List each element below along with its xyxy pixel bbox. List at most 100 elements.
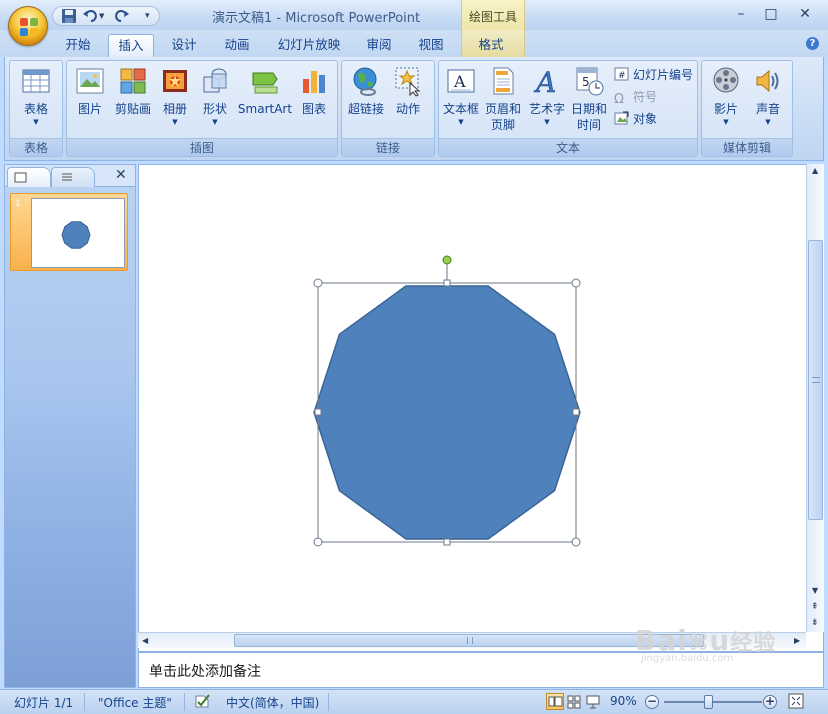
resize-handle-top-right[interactable] — [571, 278, 581, 288]
previous-slide-icon[interactable]: ⇞ — [811, 602, 819, 612]
scroll-up-icon[interactable]: ▲ — [812, 166, 818, 175]
scroll-right-icon[interactable]: ▶ — [794, 636, 800, 645]
resize-handle-right[interactable] — [572, 408, 580, 416]
symbol-button[interactable]: Ω 符号 — [614, 87, 657, 107]
tab-design[interactable]: 设计 — [163, 34, 205, 57]
svg-text:A: A — [533, 66, 556, 97]
group-label-tables: 表格 — [10, 138, 62, 156]
slide-editor[interactable] — [138, 164, 824, 652]
close-pane-icon[interactable]: ✕ — [115, 167, 127, 183]
action-button[interactable]: 动作 — [390, 65, 426, 117]
redo-icon[interactable] — [113, 9, 129, 23]
tab-insert[interactable]: 插入 — [108, 34, 154, 57]
resize-handle-bottom-left[interactable] — [313, 537, 323, 547]
textbox-button[interactable]: A 文本框 ▼ — [441, 65, 481, 127]
scroll-grip-icon — [812, 377, 820, 383]
spelling-check-icon[interactable] — [194, 693, 212, 712]
header-footer-button[interactable]: 页眉和 页脚 — [483, 65, 523, 133]
resize-handle-top[interactable] — [443, 279, 451, 287]
tab-animations[interactable]: 动画 — [216, 34, 258, 57]
hyperlink-globe-icon — [350, 65, 382, 97]
slide-canvas — [313, 255, 581, 547]
chart-button[interactable]: 图表 — [297, 65, 331, 117]
slide-number-icon: # — [614, 67, 630, 81]
resize-handle-top-left[interactable] — [313, 278, 323, 288]
save-icon[interactable] — [61, 9, 77, 23]
slides-tab-icon — [14, 172, 27, 183]
slide-thumbnail-number: 1 — [15, 199, 21, 209]
horizontal-scroll-thumb[interactable] — [234, 634, 704, 647]
picture-button[interactable]: 图片 — [73, 65, 107, 117]
zoom-slider-thumb[interactable] — [704, 695, 714, 709]
sound-button[interactable]: 声音 ▼ — [750, 65, 786, 127]
zoom-out-button[interactable]: − — [645, 695, 659, 709]
normal-view-button[interactable] — [546, 693, 564, 710]
wordart-icon: A — [531, 65, 563, 100]
rotation-handle[interactable] — [442, 255, 452, 265]
zoom-in-button[interactable]: + — [763, 695, 777, 709]
resize-handle-bottom-right[interactable] — [571, 537, 581, 547]
wordart-button[interactable]: A 艺术字 ▼ — [527, 65, 567, 127]
tab-outline[interactable] — [51, 167, 95, 187]
office-logo-icon — [20, 18, 38, 36]
tab-home[interactable]: 开始 — [57, 34, 99, 57]
office-button[interactable] — [8, 6, 48, 46]
movie-button[interactable]: 影片 ▼ — [706, 65, 746, 127]
hyperlink-button[interactable]: 超链接 — [346, 65, 386, 117]
datetime-button[interactable]: 5 日期和 时间 — [569, 65, 609, 133]
smartart-icon — [249, 65, 281, 97]
minimize-button[interactable]: – — [728, 4, 754, 24]
scroll-left-icon[interactable]: ◀ — [142, 636, 148, 645]
object-button[interactable]: 对象 — [614, 109, 657, 129]
slide-number-button[interactable]: # 幻灯片编号 — [614, 65, 693, 85]
slideshow-view-button[interactable] — [584, 693, 602, 710]
close-button[interactable]: ✕ — [792, 4, 818, 24]
group-text: A 文本框 ▼ 页眉和 页脚 A 艺术字 ▼ 5 日期和 时间 # 幻灯片编号 … — [438, 60, 698, 157]
table-button[interactable]: 表格 ▼ — [16, 65, 56, 127]
next-slide-icon[interactable]: ⇟ — [811, 618, 819, 628]
undo-icon[interactable] — [83, 9, 99, 23]
language-indicator[interactable]: 中文(简体，中国) — [226, 694, 319, 711]
help-icon[interactable]: ? — [806, 37, 819, 50]
group-label-links: 链接 — [342, 138, 434, 156]
zoom-level[interactable]: 90% — [610, 694, 637, 708]
tab-slides[interactable] — [7, 167, 51, 187]
smartart-button[interactable]: SmartArt — [237, 65, 293, 117]
tab-view[interactable]: 视图 — [410, 34, 452, 57]
group-tables: 表格 ▼ 表格 — [9, 60, 63, 157]
group-illustrations: 图片 剪贴画 相册 ▼ 形状 ▼ SmartArt 图表 插图 — [66, 60, 338, 157]
ribbon-tab-row: 开始 插入 设计 动画 幻灯片放映 审阅 视图 格式 ? — [0, 30, 828, 57]
table-dropdown-icon: ▼ — [33, 118, 39, 126]
film-reel-icon — [710, 65, 742, 97]
shapes-button[interactable]: 形状 ▼ — [199, 65, 231, 127]
slide-sorter-icon — [567, 695, 581, 709]
slide-thumbnail[interactable]: 1 — [10, 193, 128, 271]
group-label-illustrations: 插图 — [67, 138, 337, 156]
fit-to-window-button[interactable] — [788, 693, 804, 712]
customize-qat-icon[interactable]: ▾ — [145, 9, 155, 23]
tab-format[interactable]: 格式 — [470, 34, 512, 57]
window-title: 演示文稿1 - Microsoft PowerPoint — [212, 11, 421, 26]
hscroll-grip-icon — [467, 637, 473, 644]
status-divider — [328, 693, 329, 711]
undo-dropdown-icon[interactable]: ▼ — [99, 9, 107, 23]
tab-slideshow[interactable]: 幻灯片放映 — [268, 34, 350, 57]
slide-sorter-button[interactable] — [565, 693, 583, 710]
calendar-clock-icon: 5 — [573, 65, 605, 97]
maximize-button[interactable]: □ — [758, 4, 784, 24]
resize-handle-bottom[interactable] — [443, 538, 451, 546]
resize-handle-left[interactable] — [314, 408, 322, 416]
vertical-scrollbar[interactable]: ▲ ▼ ⇞ ⇟ — [806, 164, 824, 632]
decagon-shape[interactable] — [313, 285, 581, 540]
tab-review[interactable]: 审阅 — [358, 34, 400, 57]
omega-icon: Ω — [614, 92, 624, 107]
group-links: 超链接 动作 链接 — [341, 60, 435, 157]
header-footer-icon — [487, 65, 519, 97]
speaker-icon — [752, 65, 784, 97]
album-dropdown-icon: ▼ — [172, 118, 178, 126]
photo-album-button[interactable]: 相册 ▼ — [159, 65, 191, 127]
scroll-down-icon[interactable]: ▼ — [812, 586, 818, 595]
vertical-scroll-thumb[interactable] — [808, 240, 823, 520]
clipart-button[interactable]: 剪贴画 — [113, 65, 153, 117]
drawing-tools-context-label: 绘图工具 — [461, 0, 525, 30]
